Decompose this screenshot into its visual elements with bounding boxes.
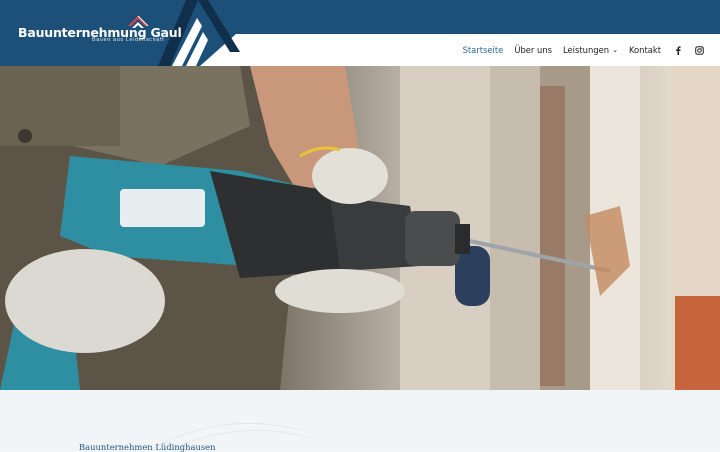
intro-heading: Bauunternehmen Lüdinghausen — [79, 442, 216, 452]
hero-image — [0, 66, 720, 390]
hero-drill-photo — [0, 66, 720, 390]
instagram-icon[interactable] — [695, 45, 704, 55]
nav-item-leistungen[interactable]: Leistungen ⌄ — [563, 45, 618, 55]
chevron-down-icon: ⌄ — [612, 46, 618, 54]
nav-label-ueber-uns: Über uns — [514, 45, 553, 55]
decorative-curves — [149, 422, 311, 450]
nav-label-startseite: Startseite — [462, 45, 504, 55]
nav-item-startseite[interactable]: Startseite — [463, 45, 504, 55]
brand-tagline: Bauen aus Leidenschaft — [92, 37, 165, 43]
intro-section — [0, 390, 720, 450]
facebook-icon[interactable] — [674, 45, 682, 55]
main-nav: Startseite Über uns Leistungen ⌄ Kontakt — [452, 34, 704, 66]
nav-item-kontakt[interactable]: Kontakt — [629, 45, 661, 55]
nav-label-leistungen: Leistungen — [563, 45, 610, 55]
nav-item-ueber-uns[interactable]: Über uns — [514, 45, 552, 55]
nav-label-kontakt: Kontakt — [628, 45, 661, 55]
